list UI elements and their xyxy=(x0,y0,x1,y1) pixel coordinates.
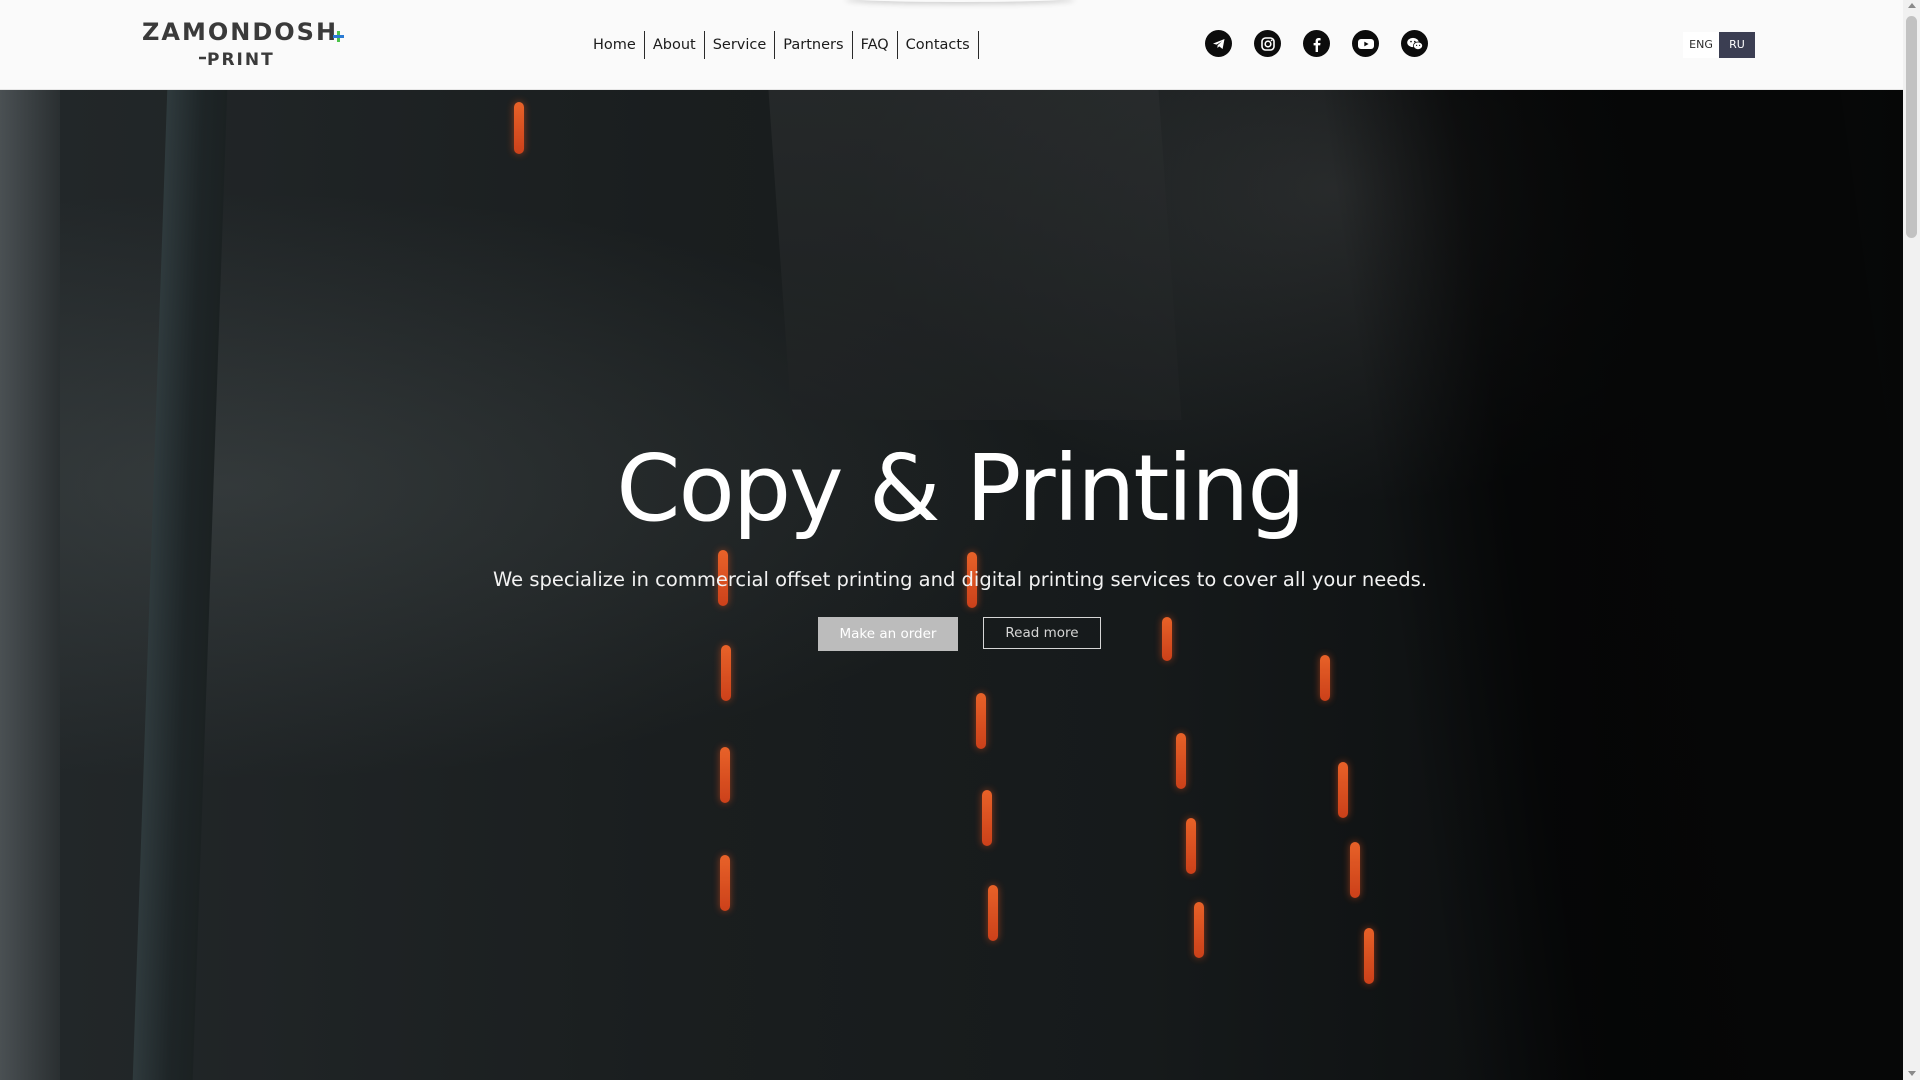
hero-title: Copy & Printing xyxy=(616,435,1306,542)
nav-service[interactable]: Service xyxy=(705,31,776,59)
vertical-scrollbar[interactable] xyxy=(1903,0,1920,1080)
scroll-up-arrow-icon[interactable] xyxy=(1908,3,1916,8)
site-header: ZAMONDOSH PRINT Home About Service Partn… xyxy=(0,0,1903,90)
hero-content: Copy & Printing We specialize in commerc… xyxy=(0,90,1903,1080)
page: ZAMONDOSH PRINT Home About Service Partn… xyxy=(0,0,1903,1080)
nav-about[interactable]: About xyxy=(645,31,705,59)
telegram-icon[interactable] xyxy=(1205,30,1232,57)
wechat-icon[interactable] xyxy=(1401,30,1428,57)
nav-contacts[interactable]: Contacts xyxy=(898,31,979,59)
youtube-icon[interactable] xyxy=(1352,30,1379,57)
main-nav: Home About Service Partners FAQ Contacts xyxy=(585,31,979,59)
language-switcher: ENG RU xyxy=(1683,32,1755,58)
read-more-button[interactable]: Read more xyxy=(983,617,1101,649)
hero-section: Copy & Printing We specialize in commerc… xyxy=(0,90,1903,1080)
social-links xyxy=(1205,30,1428,57)
site-logo[interactable]: ZAMONDOSH PRINT xyxy=(140,18,345,68)
logo-graphic: ZAMONDOSH PRINT xyxy=(142,18,344,68)
nav-faq[interactable]: FAQ xyxy=(853,31,898,59)
nav-partners[interactable]: Partners xyxy=(775,31,853,59)
language-ru-button[interactable]: RU xyxy=(1719,32,1755,58)
instagram-icon[interactable] xyxy=(1254,30,1281,57)
header-decoration xyxy=(845,0,1075,2)
nav-home[interactable]: Home xyxy=(585,31,645,59)
language-eng-button[interactable]: ENG xyxy=(1683,32,1719,58)
scrollbar-thumb[interactable] xyxy=(1906,16,1917,238)
logo-line1: ZAMONDOSH xyxy=(142,18,338,46)
scroll-down-arrow-icon[interactable] xyxy=(1908,1071,1916,1076)
logo-line2: PRINT xyxy=(207,50,275,68)
make-order-button[interactable]: Make an order xyxy=(818,617,958,651)
facebook-icon[interactable] xyxy=(1303,30,1330,57)
hero-subtitle: We specialize in commercial offset print… xyxy=(492,568,1428,591)
